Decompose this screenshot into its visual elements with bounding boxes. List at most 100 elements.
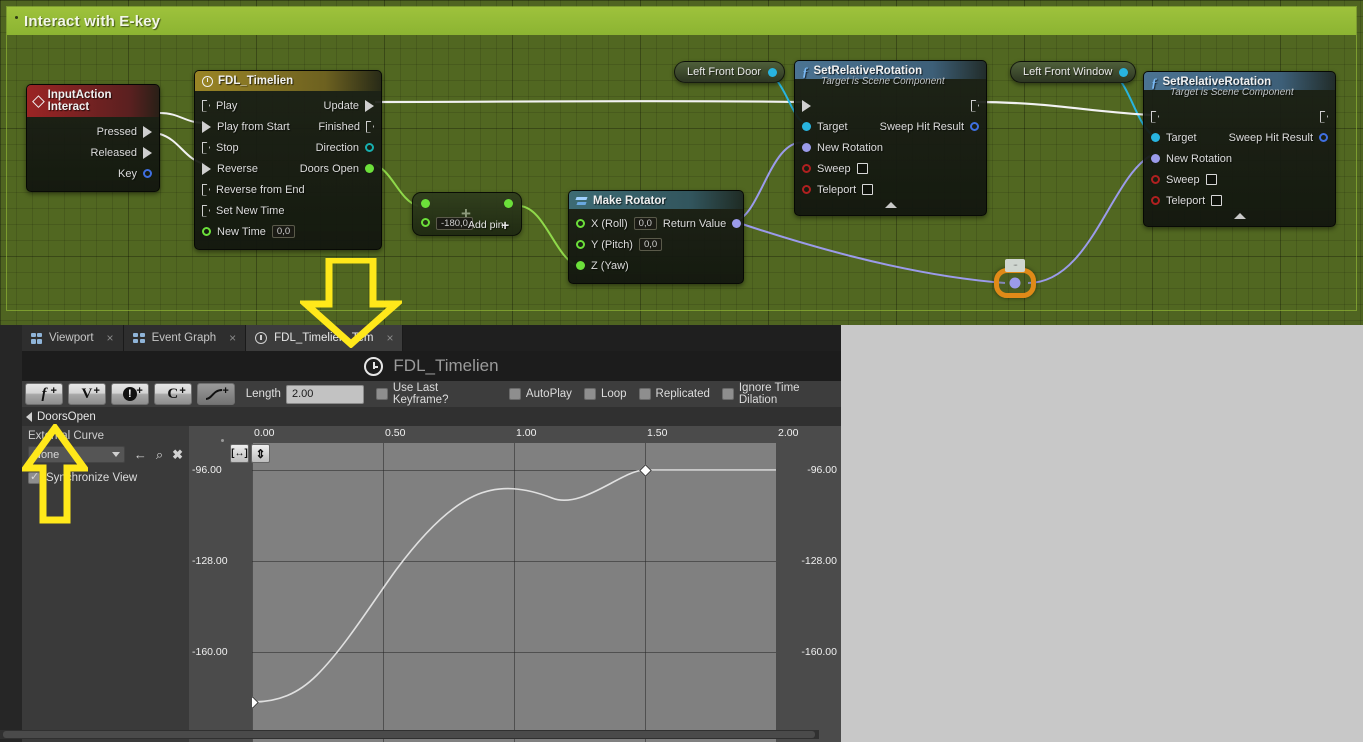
data-pin-icon[interactable] (970, 122, 979, 131)
timeline-editor-panel[interactable]: Viewport × Event Graph × FDL_Timelien_Te… (0, 325, 841, 742)
add-external-curve-button[interactable]: + (197, 383, 235, 405)
pin-row[interactable]: Z (Yaw) (569, 255, 743, 276)
pin-key[interactable]: Key (27, 163, 159, 184)
sweep-checkbox[interactable] (1206, 174, 1217, 185)
pin-row[interactable]: Y (Pitch) 0,0 (569, 234, 743, 255)
browse-icon[interactable]: ⌕ (156, 448, 163, 461)
pin-row[interactable]: X (Roll) 0,0 Return Value (569, 213, 743, 234)
exec-pin-icon[interactable] (366, 121, 374, 133)
pin-row-sweep[interactable]: Sweep (795, 158, 986, 179)
length-input[interactable]: 2.00 (286, 385, 364, 404)
exec-pin-icon[interactable] (202, 121, 211, 133)
checkbox-icon[interactable] (639, 388, 651, 400)
pin-row[interactable]: Reverse Doors Open (195, 158, 381, 179)
clear-icon[interactable]: ✖ (172, 448, 183, 461)
pin-row-new-time[interactable]: New Time 0,0 (195, 221, 381, 242)
exec-pin-icon[interactable] (202, 205, 210, 217)
curve-editor[interactable]: -96.00 -128.00 -160.00 -96.00 -128.00 -1… (189, 426, 841, 742)
node-input-action-interact[interactable]: InputAction Interact Pressed Released Ke… (26, 84, 160, 192)
sweep-checkbox[interactable] (857, 163, 868, 174)
exec-pin-icon[interactable] (202, 142, 210, 154)
add-color-track-button[interactable]: C + (154, 383, 192, 405)
teleport-checkbox[interactable] (1211, 195, 1222, 206)
checkbox-icon[interactable] (376, 388, 388, 400)
pin-released[interactable]: Released (27, 142, 159, 163)
data-pin-icon[interactable] (576, 261, 585, 270)
tab-fdl-timelien-tem[interactable]: FDL_Timelien_Tem × (246, 325, 403, 351)
data-pin-icon[interactable] (421, 218, 430, 227)
comment-title-bar[interactable]: Interact with E-key (7, 7, 1356, 35)
expand-node-arrow-icon[interactable] (1234, 213, 1246, 219)
node-var-left-front-door[interactable]: Left Front Door (674, 61, 785, 83)
teleport-checkbox[interactable] (862, 184, 873, 195)
tab-event-graph[interactable]: Event Graph × (124, 325, 247, 351)
fit-horizontal-button[interactable]: [↔] (230, 444, 249, 463)
fit-vertical-button[interactable]: ⇕ (251, 444, 270, 463)
reroute-knot-node[interactable]: ··· (994, 268, 1036, 298)
pin-row[interactable]: New Rotation (1144, 148, 1335, 169)
data-pin-icon[interactable] (1010, 278, 1021, 289)
exec-pin-icon[interactable] (202, 100, 210, 112)
checkbox-icon[interactable] (28, 472, 40, 484)
data-pin-icon[interactable] (802, 164, 811, 173)
checkbox-icon[interactable] (722, 388, 734, 400)
data-pin-icon[interactable] (365, 143, 374, 152)
data-pin-icon[interactable] (143, 169, 152, 178)
pin-row[interactable]: Stop Direction (195, 137, 381, 158)
track-properties-panel[interactable]: External Curve None ← ⌕ ✖ Synchronize Vi… (22, 426, 189, 742)
data-pin-icon[interactable] (1151, 175, 1160, 184)
data-pin-icon[interactable] (732, 219, 741, 228)
node-fdl-timeline[interactable]: FDL_Timelien Play Update Play (194, 70, 382, 250)
checkbox-icon[interactable] (509, 388, 521, 400)
exec-pin-icon[interactable] (202, 184, 210, 196)
close-icon[interactable]: × (386, 331, 393, 345)
exec-pin-icon[interactable] (1320, 111, 1328, 123)
data-pin-icon[interactable] (202, 227, 211, 236)
loop-checkbox[interactable]: Loop (584, 388, 627, 400)
add-vector-track-button[interactable]: V + (68, 383, 106, 405)
data-pin-icon[interactable] (504, 199, 513, 208)
track-header[interactable]: DoorsOpen (22, 407, 841, 426)
pin-row[interactable]: Reverse from End (195, 179, 381, 200)
node-set-relative-rotation-door[interactable]: ƒ SetRelativeRotation Target is Scene Co… (794, 60, 987, 216)
pin-row-sweep[interactable]: Sweep (1144, 169, 1335, 190)
close-icon[interactable]: × (107, 331, 114, 345)
horizontal-scrollbar[interactable] (0, 730, 819, 739)
pin-row-teleport[interactable]: Teleport (1144, 190, 1335, 211)
exec-pin-icon[interactable] (143, 147, 152, 159)
exec-pin-icon[interactable] (971, 100, 979, 112)
exec-pin-icon[interactable] (143, 126, 152, 138)
synchronize-view-row[interactable]: Synchronize View (28, 472, 183, 484)
data-pin-icon[interactable] (365, 164, 374, 173)
data-pin-icon[interactable] (1151, 154, 1160, 163)
add-event-track-button[interactable]: ! + (111, 383, 149, 405)
exec-pin-icon[interactable] (365, 100, 374, 112)
data-pin-icon[interactable] (576, 219, 585, 228)
use-last-keyframe-checkbox[interactable]: Use Last Keyframe? (376, 382, 497, 406)
collapse-track-icon[interactable] (26, 412, 32, 422)
expand-node-arrow-icon[interactable] (885, 202, 897, 208)
exec-pin-icon[interactable] (1151, 111, 1159, 123)
roll-input[interactable]: 0,0 (634, 217, 657, 230)
pin-row[interactable]: New Rotation (795, 137, 986, 158)
tab-viewport[interactable]: Viewport × (22, 325, 124, 351)
data-pin-icon[interactable] (802, 185, 811, 194)
pin-row[interactable]: Target Sweep Hit Result (795, 116, 986, 137)
back-arrow-icon[interactable]: ← (134, 448, 147, 461)
external-curve-picker[interactable]: None ← ⌕ ✖ (28, 446, 183, 463)
pin-row[interactable]: Set New Time (195, 200, 381, 221)
pin-row[interactable]: Play Update (195, 95, 381, 116)
ignore-time-dilation-checkbox[interactable]: Ignore Time Dilation (722, 382, 841, 406)
data-pin-icon[interactable] (802, 143, 811, 152)
node-make-rotator[interactable]: Make Rotator X (Roll) 0,0 Return Value (568, 190, 744, 284)
node-multiply[interactable]: + -180,0 Add pin + (412, 192, 522, 236)
data-pin-icon[interactable] (1151, 196, 1160, 205)
data-pin-icon[interactable] (1319, 133, 1328, 142)
data-pin-icon[interactable] (576, 240, 585, 249)
exec-pin-icon[interactable] (802, 100, 811, 112)
pin-row[interactable] (795, 95, 986, 116)
node-var-left-front-window[interactable]: Left Front Window (1010, 61, 1136, 83)
add-float-track-button[interactable]: f + (25, 383, 63, 405)
pitch-input[interactable]: 0,0 (639, 238, 662, 251)
autoplay-checkbox[interactable]: AutoPlay (509, 388, 572, 400)
